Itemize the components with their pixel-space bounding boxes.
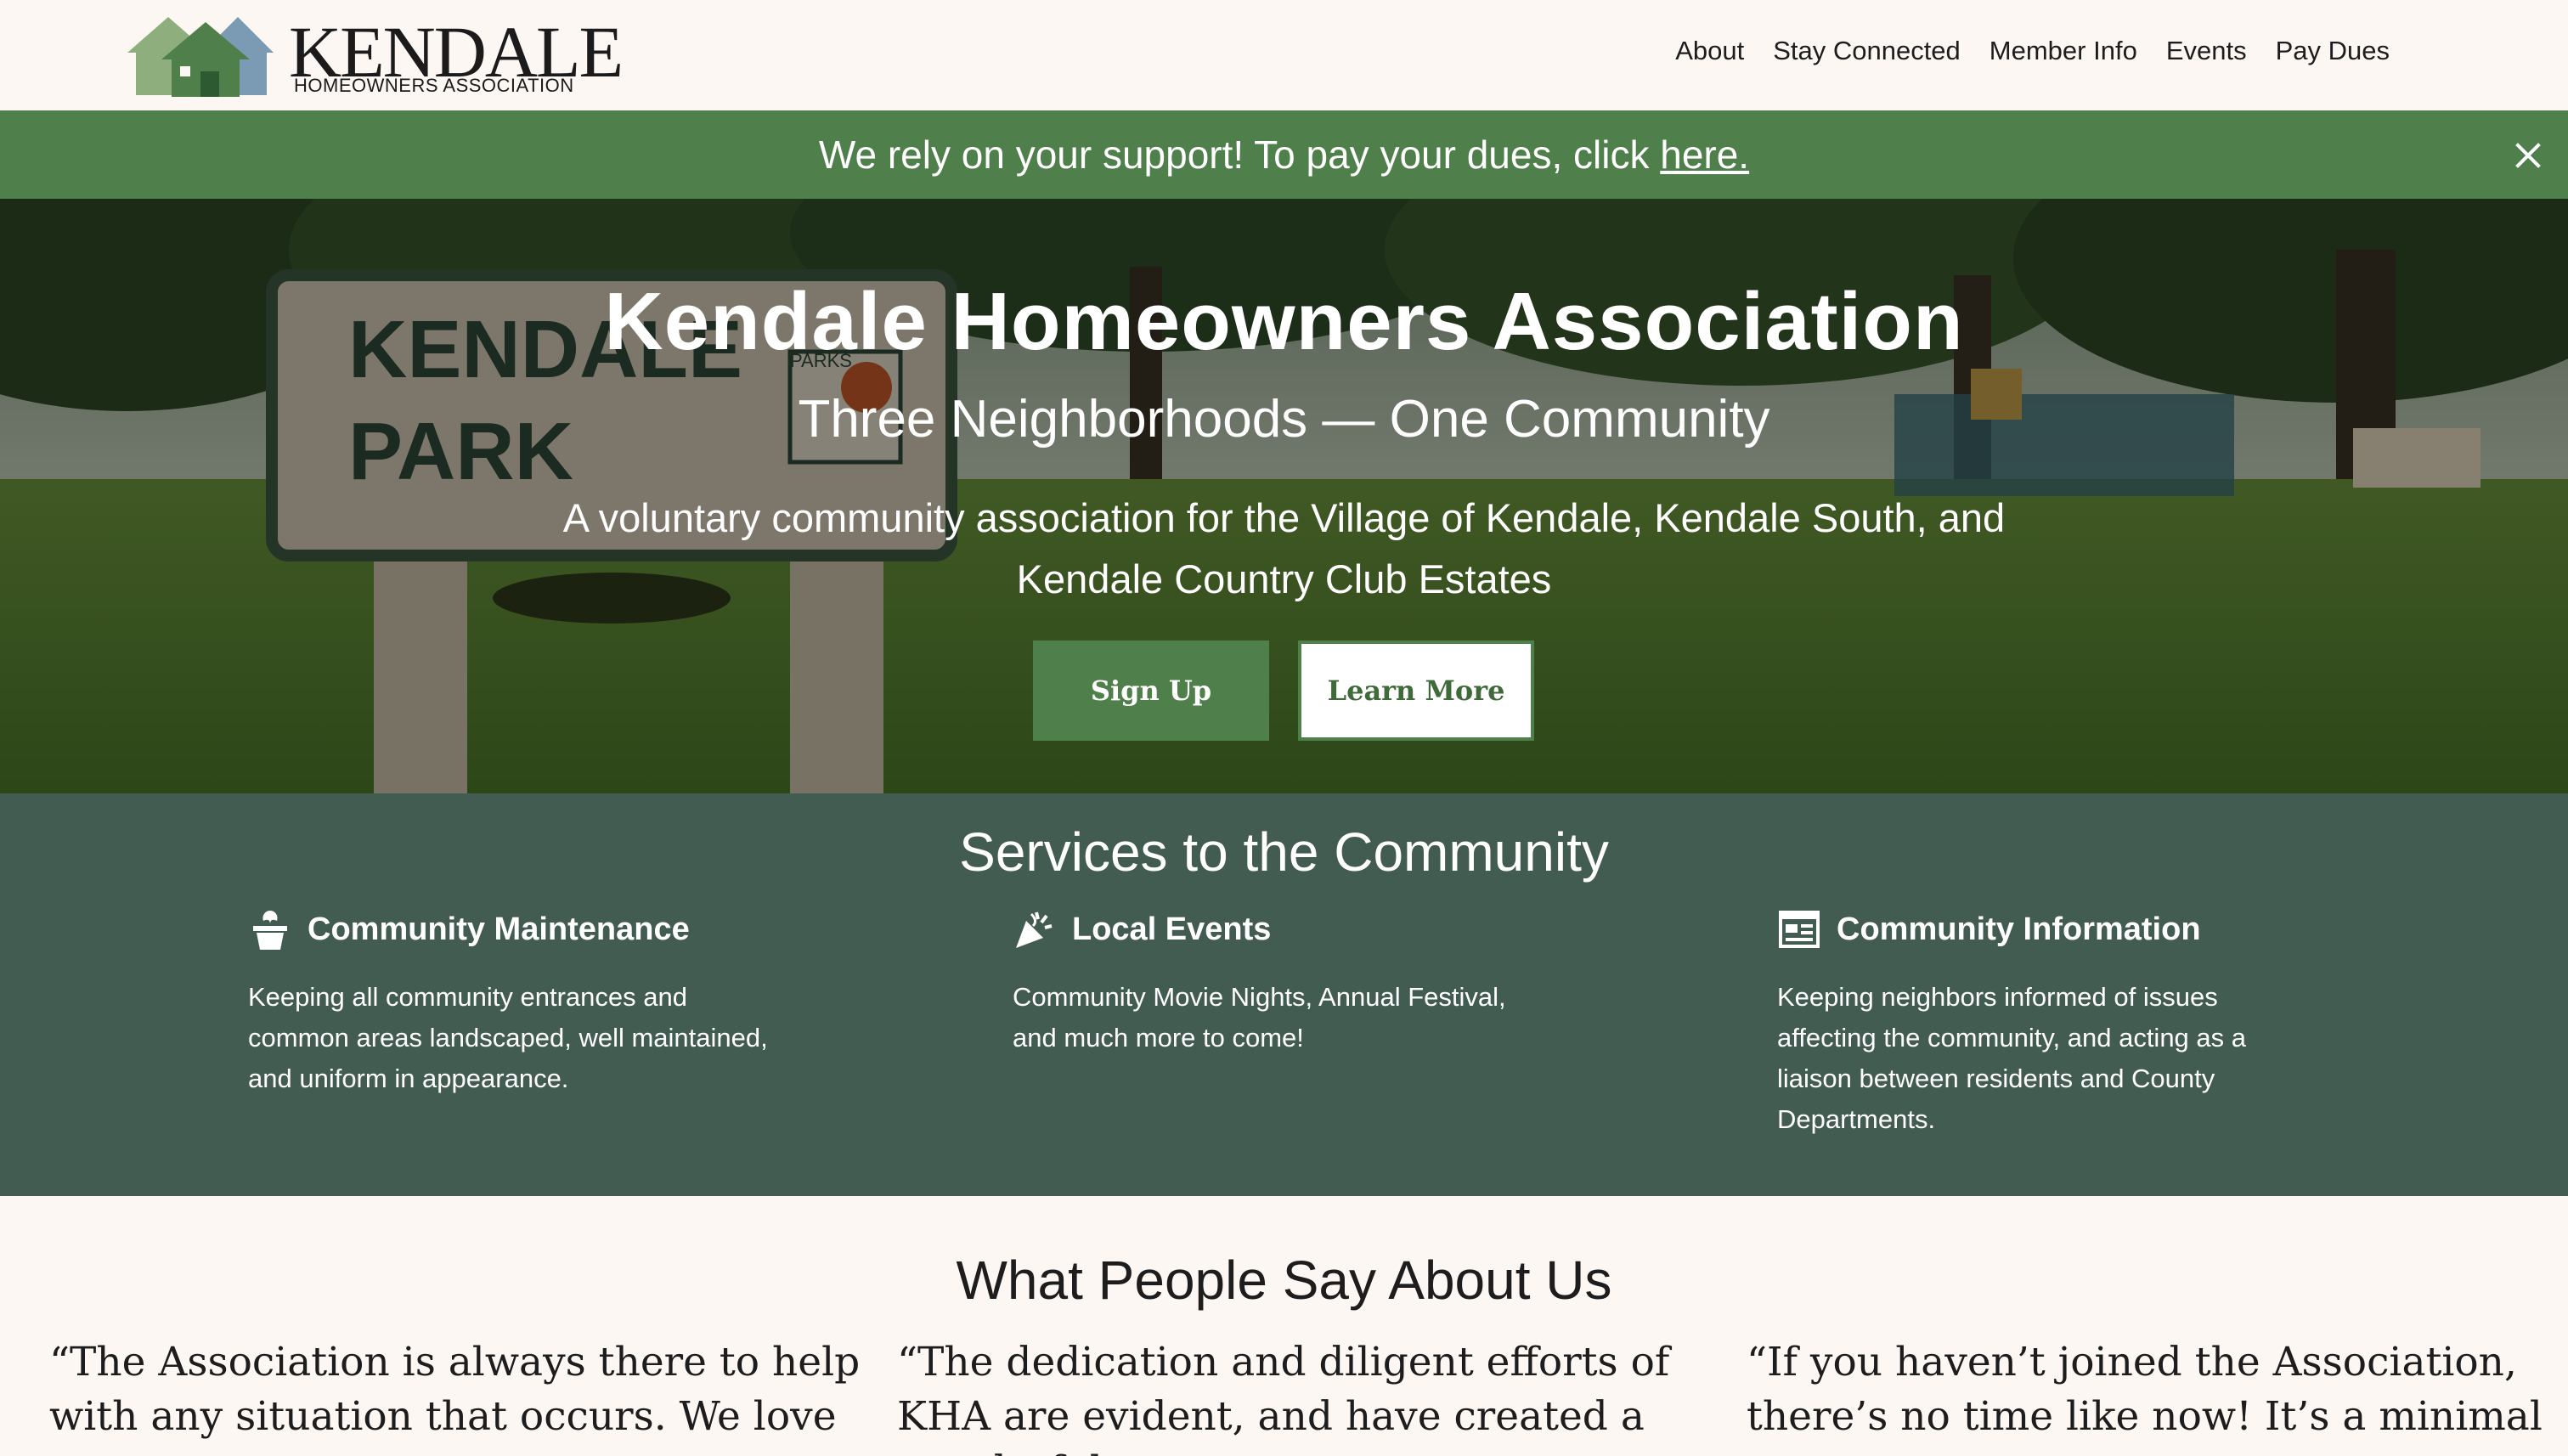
testimonials-title: What People Say About Us [956,1250,1612,1311]
service-community-information: Community Information Keeping neighbors … [1777,904,2372,1140]
service-local-events: Local Events Community Movie Nights, Ann… [1013,904,1607,1058]
newspaper-icon [1779,911,1820,948]
house-logo-icon [127,17,274,97]
site-logo[interactable]: KENDALE HOMEOWNERS ASSOCIATION [127,10,624,99]
testimonials-section: What People Say About Us “The Associatio… [0,1196,2568,1456]
potted-plant-icon [253,911,287,950]
hero-section: KENDALE PARK PARKS Kendale Homeowners As… [0,199,2568,793]
brand-subtitle: HOMEOWNERS ASSOCIATION [294,75,574,96]
service-head: Community Maintenance [248,904,843,955]
hero-title: Kendale Homeowners Association [604,276,1964,367]
sign-up-button[interactable]: Sign Up [1033,641,1269,741]
service-community-maintenance: Community Maintenance Keeping all commun… [248,904,843,1099]
service-title: Community Maintenance [308,911,690,947]
testimonial-quote: “If you haven’t joined the Association, … [1747,1339,2543,1440]
banner-here-link[interactable]: here. [1660,133,1749,177]
close-icon[interactable] [2514,141,2543,170]
nav-about[interactable]: About [1675,36,1744,66]
nav-events[interactable]: Events [2166,36,2247,66]
nav-pay-dues[interactable]: Pay Dues [2276,36,2390,66]
banner-text: We rely on your support! To pay your due… [818,133,1661,177]
main-nav: About Stay Connected Member Info Events … [1675,36,2390,66]
testimonial-quote: “The dedication and diligent efforts of … [897,1339,1670,1456]
nav-stay-connected[interactable]: Stay Connected [1773,36,1961,66]
service-description: Community Movie Nights, Annual Festival,… [1013,982,1506,1052]
service-title: Community Information [1837,911,2201,947]
dues-banner: We rely on your support! To pay your due… [0,110,2568,199]
testimonial-quote: “The Association is always there to help… [49,1339,861,1440]
hero-content: Kendale Homeowners Association Three Nei… [0,199,2568,793]
hero-description: A voluntary community association for th… [562,495,2006,601]
service-head: Local Events [1013,904,1607,955]
services-title: Services to the Community [959,821,1609,883]
hero-subtitle: Three Neighborhoods — One Community [798,390,1770,449]
service-title: Local Events [1072,911,1272,947]
nav-member-info[interactable]: Member Info [1989,36,2137,66]
site-header: KENDALE HOMEOWNERS ASSOCIATION About Sta… [0,0,2568,110]
party-popper-icon [1016,911,1053,948]
learn-more-button[interactable]: Learn More [1298,641,1534,741]
services-section: Services to the Community Community Main… [0,793,2568,1196]
service-head: Community Information [1777,904,2372,955]
banner-message: We rely on your support! To pay your due… [819,132,1749,178]
service-description: Keeping neighbors informed of issues aff… [1777,982,2247,1134]
service-description: Keeping all community entrances and comm… [248,982,768,1093]
